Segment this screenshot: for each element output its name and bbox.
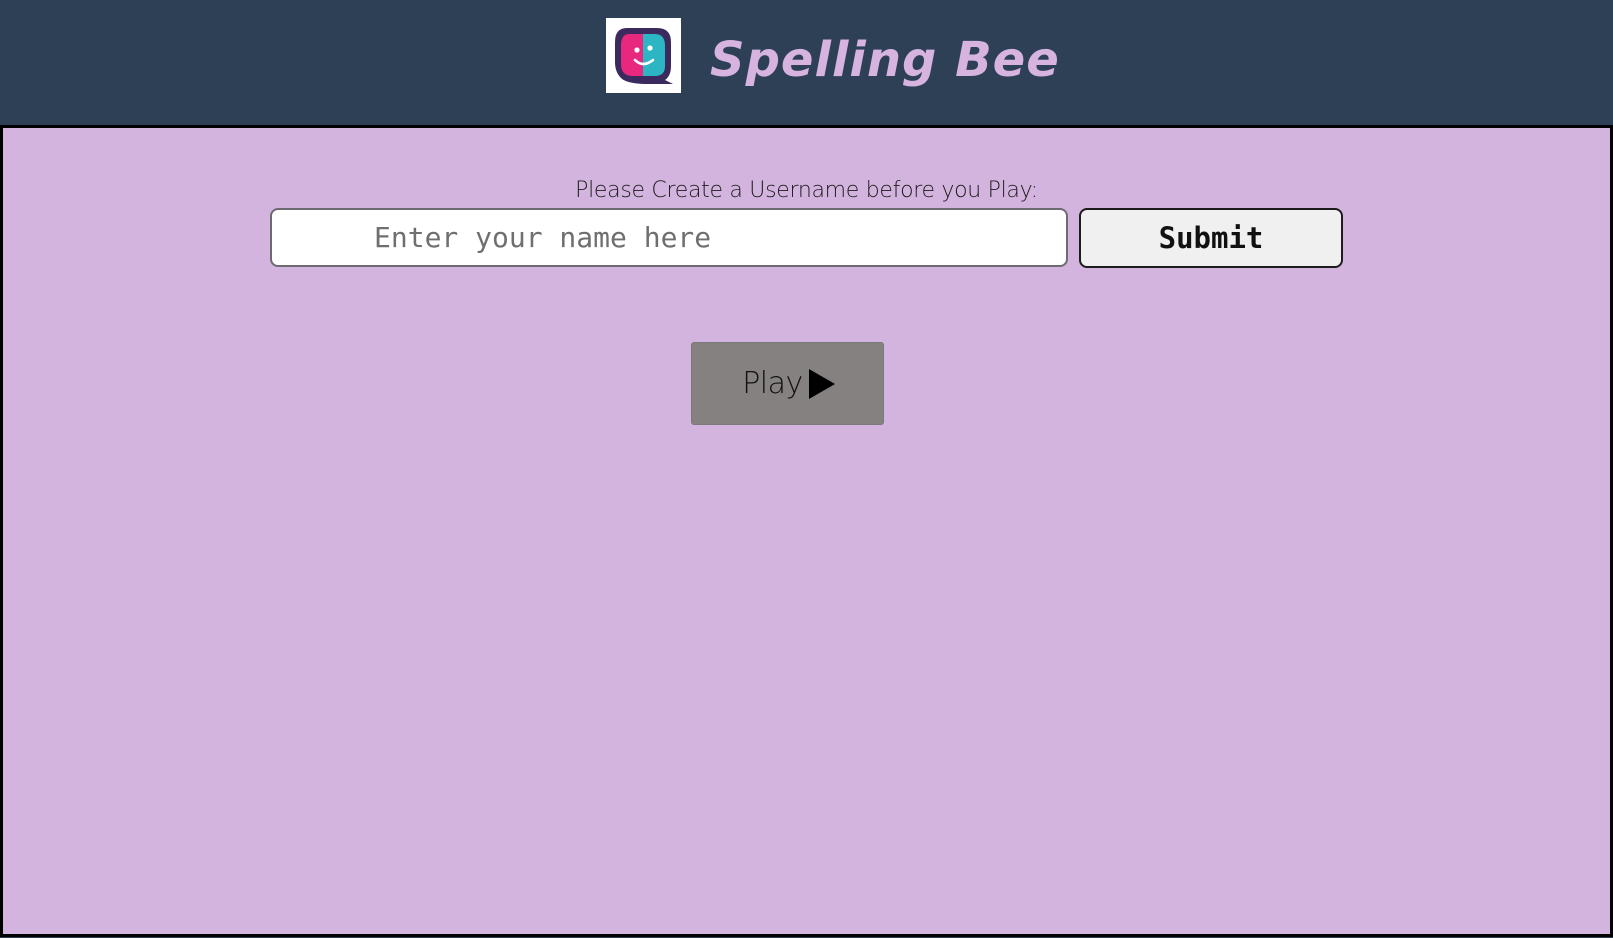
play-button[interactable]: Play <box>691 342 884 425</box>
main-panel: Please Create a Username before you Play… <box>0 125 1613 937</box>
username-input[interactable] <box>270 208 1068 267</box>
play-triangle-icon <box>808 368 835 399</box>
app-title: Spelling Bee <box>710 32 1060 88</box>
play-button-label: Play <box>742 366 803 401</box>
app-header: Spelling Bee <box>0 0 1613 125</box>
username-prompt-label: Please Create a Username before you Play… <box>575 178 1038 203</box>
app-logo <box>606 18 681 93</box>
smiley-chat-bubble-icon <box>615 28 673 84</box>
submit-button[interactable]: Submit <box>1079 208 1343 268</box>
